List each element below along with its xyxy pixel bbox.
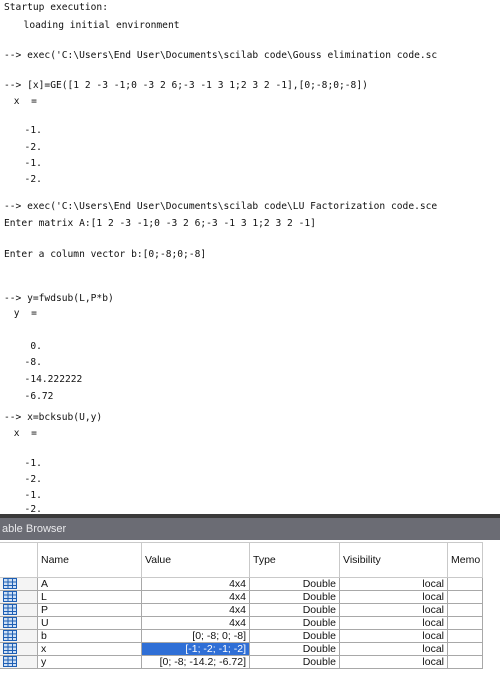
- variable-row-L[interactable]: L 4x4 Double local: [0, 590, 483, 604]
- console-line: --> x=bcksub(U,y): [4, 412, 103, 423]
- variable-memory: [447, 603, 483, 617]
- console-line: --> [x]=GE([1 2 -3 -1;0 -3 2 6;-3 -1 3 1…: [4, 80, 368, 91]
- console-line: --> y=fwdsub(L,P*b): [4, 293, 114, 304]
- variable-value[interactable]: [-1; -2; -1; -2]: [141, 642, 250, 656]
- variable-type: Double: [249, 616, 340, 630]
- variable-type: Double: [249, 603, 340, 617]
- console-line: Enter matrix A:[1 2 -3 -1;0 -3 2 6;-3 -1…: [4, 218, 316, 229]
- console-line: -1.: [13, 158, 42, 169]
- console-line: x =: [8, 96, 37, 107]
- variable-icon-cell: [0, 603, 38, 617]
- console-line: -14.222222: [13, 374, 83, 385]
- matrix-grid-icon: [0, 591, 17, 603]
- variable-visibility: local: [339, 577, 448, 591]
- variable-memory: [447, 629, 483, 643]
- variable-memory: [447, 616, 483, 630]
- variable-row-A[interactable]: A 4x4 Double local: [0, 577, 483, 591]
- console-line: --> exec('C:\Users\End User\Documents\sc…: [4, 201, 438, 212]
- console-line: -2.: [13, 174, 42, 185]
- variable-visibility: local: [339, 603, 448, 617]
- console-panel[interactable]: Startup execution: loading initial envir…: [0, 0, 500, 516]
- console-line: -2.: [13, 142, 42, 153]
- variable-name[interactable]: x: [37, 642, 142, 656]
- variable-memory: [447, 590, 483, 604]
- console-line: -8.: [13, 357, 42, 368]
- matrix-grid-icon: [0, 643, 17, 655]
- variable-name[interactable]: A: [37, 577, 142, 591]
- variable-row-U[interactable]: U 4x4 Double local: [0, 616, 483, 630]
- variable-type: Double: [249, 590, 340, 604]
- matrix-grid-icon: [0, 604, 17, 616]
- variable-row-P[interactable]: P 4x4 Double local: [0, 603, 483, 617]
- console-line: Enter a column vector b:[0;-8;0;-8]: [4, 249, 207, 260]
- variable-type: Double: [249, 577, 340, 591]
- variable-row-y[interactable]: y [0; -8; -14.2; -6.72] Double local: [0, 655, 483, 669]
- console-line: Startup execution:: [4, 2, 108, 13]
- variable-row-x[interactable]: x [-1; -2; -1; -2] Double local: [0, 642, 483, 656]
- variable-name[interactable]: b: [37, 629, 142, 643]
- variable-memory: [447, 577, 483, 591]
- variable-type: Double: [249, 642, 340, 656]
- variable-type: Double: [249, 629, 340, 643]
- console-line: 0.: [13, 341, 42, 352]
- variable-visibility: local: [339, 642, 448, 656]
- variable-name[interactable]: y: [37, 655, 142, 669]
- variable-browser[interactable]: Name Value Type Visibility Memo A 4x4 Doub…: [0, 540, 500, 700]
- variable-icon-cell: [0, 642, 38, 656]
- variable-memory: [447, 655, 483, 669]
- variable-name[interactable]: P: [37, 603, 142, 617]
- variable-name[interactable]: L: [37, 590, 142, 604]
- matrix-grid-icon: [0, 578, 17, 590]
- console-line: -1.: [13, 490, 42, 501]
- variable-value[interactable]: 4x4: [141, 603, 250, 617]
- console-line: --> exec('C:\Users\End User\Documents\sc…: [4, 50, 438, 61]
- matrix-grid-icon: [0, 656, 17, 668]
- variable-icon-cell: [0, 577, 38, 591]
- column-header-type[interactable]: Type: [249, 542, 340, 578]
- variable-type: Double: [249, 655, 340, 669]
- variable-visibility: local: [339, 629, 448, 643]
- variable-icon-cell: [0, 655, 38, 669]
- console-line: -1.: [13, 125, 42, 136]
- variable-icon-cell: [0, 616, 38, 630]
- console-line: y =: [8, 308, 37, 319]
- variable-visibility: local: [339, 590, 448, 604]
- variable-table: Name Value Type Visibility Memo A 4x4 Doub…: [0, 542, 483, 669]
- variable-browser-title[interactable]: able Browser: [0, 518, 500, 540]
- console-line: loading initial environment: [12, 20, 180, 31]
- icon-column-header[interactable]: [0, 542, 38, 578]
- console-line: -1.: [13, 458, 42, 469]
- matrix-grid-icon: [0, 617, 17, 629]
- variable-icon-cell: [0, 629, 38, 643]
- console-line: -6.72: [13, 391, 54, 402]
- column-header-name[interactable]: Name: [37, 542, 142, 578]
- console-line: -2.: [13, 474, 42, 485]
- variable-visibility: local: [339, 655, 448, 669]
- console-line: x =: [8, 428, 37, 439]
- column-header-memory[interactable]: Memo: [447, 542, 483, 578]
- variable-icon-cell: [0, 590, 38, 604]
- variable-memory: [447, 642, 483, 656]
- variable-row-b[interactable]: b [0; -8; 0; -8] Double local: [0, 629, 483, 643]
- variable-value[interactable]: [0; -8; -14.2; -6.72]: [141, 655, 250, 669]
- variable-value[interactable]: [0; -8; 0; -8]: [141, 629, 250, 643]
- variable-visibility: local: [339, 616, 448, 630]
- column-header-value[interactable]: Value: [141, 542, 250, 578]
- variable-value[interactable]: 4x4: [141, 577, 250, 591]
- matrix-grid-icon: [0, 630, 17, 642]
- variable-name[interactable]: U: [37, 616, 142, 630]
- variable-value[interactable]: 4x4: [141, 590, 250, 604]
- column-header-visibility[interactable]: Visibility: [339, 542, 448, 578]
- variable-value[interactable]: 4x4: [141, 616, 250, 630]
